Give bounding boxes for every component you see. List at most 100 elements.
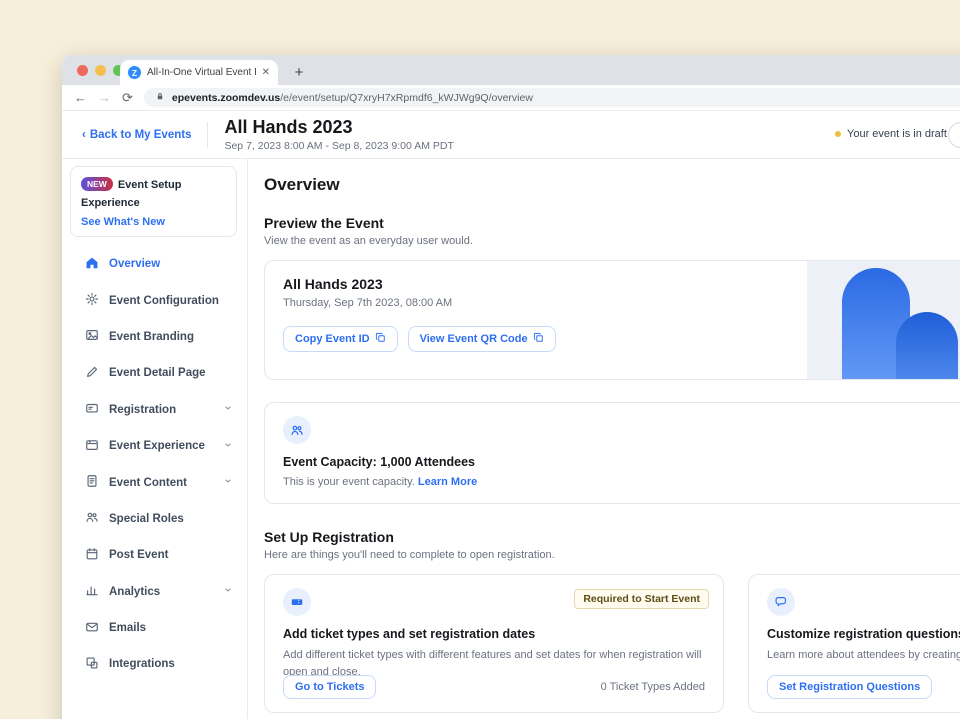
chevron-down-icon xyxy=(223,403,233,416)
main-content: Overview Preview the Event View the even… xyxy=(248,159,960,719)
sidebar-item-event-experience[interactable]: Event Experience xyxy=(62,428,247,464)
event-preview-card: All Hands 2023 Thursday, Sep 7th 2023, 0… xyxy=(264,260,960,380)
copy-icon xyxy=(375,332,386,346)
back-link-label: Back to My Events xyxy=(90,129,192,141)
tab-strip: Z All-In-One Virtual Event Platfo ✕ + xyxy=(62,55,960,85)
back-to-my-events-link[interactable]: ‹ Back to My Events xyxy=(82,129,191,141)
sidebar-item-label: Event Experience xyxy=(109,440,205,452)
envelope-icon xyxy=(85,620,99,637)
header-action-button[interactable] xyxy=(948,122,960,148)
pencil-icon xyxy=(85,365,99,382)
chevron-down-icon xyxy=(223,440,233,453)
attendees-icon xyxy=(283,416,311,444)
event-title-block: All Hands 2023 Sep 7, 2023 8:00 AM - Sep… xyxy=(224,117,453,152)
tickets-card-title: Add ticket types and set registration da… xyxy=(283,627,705,641)
home-icon xyxy=(85,256,99,273)
sidebar-item-integrations[interactable]: Integrations xyxy=(62,646,247,682)
preview-event-title: All Hands 2023 xyxy=(283,276,960,292)
url-domain: epevents.zoomdev.us xyxy=(172,92,280,104)
bar-chart-icon xyxy=(85,583,99,600)
event-header: ‹ Back to My Events All Hands 2023 Sep 7… xyxy=(62,111,960,159)
people-icon xyxy=(85,510,99,527)
event-date-range: Sep 7, 2023 8:00 AM - Sep 8, 2023 9:00 A… xyxy=(224,140,453,152)
sidebar-item-event-content[interactable]: Event Content xyxy=(62,464,247,500)
capacity-subtitle-text: This is your event capacity. xyxy=(283,476,415,488)
browser-tab[interactable]: Z All-In-One Virtual Event Platfo ✕ xyxy=(120,60,278,85)
sidebar-item-emails[interactable]: Emails xyxy=(62,610,247,646)
sidebar-item-event-detail-page[interactable]: Event Detail Page xyxy=(62,355,247,391)
browser-window: Z All-In-One Virtual Event Platfo ✕ + ← … xyxy=(62,55,960,719)
sidebar-item-label: Overview xyxy=(109,258,160,270)
minimize-window-button[interactable] xyxy=(95,65,106,76)
preview-section-subtitle: View the event as an everyday user would… xyxy=(264,235,960,247)
sidebar-item-label: Event Content xyxy=(109,477,187,489)
address-bar[interactable]: epevents.zoomdev.us/e/event/setup/Q7xryH… xyxy=(144,88,960,107)
preview-section-title: Preview the Event xyxy=(264,215,960,231)
ticket-types-count: 0 Ticket Types Added xyxy=(601,681,705,693)
learn-more-link[interactable]: Learn More xyxy=(418,476,477,488)
status-dot-icon xyxy=(835,131,841,137)
chevron-left-icon: ‹ xyxy=(82,129,86,141)
tab-title: All-In-One Virtual Event Platfo xyxy=(147,67,256,78)
sidebar-item-post-event[interactable]: Post Event xyxy=(62,537,247,573)
event-capacity-card: Event Capacity: 1,000 Attendees This is … xyxy=(264,402,960,504)
url-text: epevents.zoomdev.us/e/event/setup/Q7xryH… xyxy=(172,92,533,104)
sidebar-item-overview[interactable]: Overview xyxy=(62,246,247,282)
whats-new-card: NEWEvent Setup Experience See What's New xyxy=(70,166,237,237)
view-qr-label: View Event QR Code xyxy=(420,333,528,345)
copy-event-id-button[interactable]: Copy Event ID xyxy=(283,326,398,352)
see-whats-new-link[interactable]: See What's New xyxy=(81,216,226,228)
registration-section-subtitle: Here are things you'll need to complete … xyxy=(264,549,960,561)
sidebar-item-label: Registration xyxy=(109,404,176,416)
sidebar-item-registration[interactable]: Registration xyxy=(62,392,247,428)
window-icon xyxy=(85,438,99,455)
tab-close-icon[interactable]: ✕ xyxy=(262,67,270,78)
registration-section-title: Set Up Registration xyxy=(264,529,960,545)
sidebar-item-label: Integrations xyxy=(109,658,175,670)
copy-event-id-label: Copy Event ID xyxy=(295,333,370,345)
chat-icon xyxy=(767,588,795,616)
sidebar-item-analytics[interactable]: Analytics xyxy=(62,574,247,610)
header-divider xyxy=(207,122,208,148)
questions-card-description: Learn more about attendees by creating c… xyxy=(767,647,960,664)
zoom-favicon-icon: Z xyxy=(128,66,141,79)
back-icon[interactable]: ← xyxy=(74,91,87,104)
sidebar-item-special-roles[interactable]: Special Roles xyxy=(62,501,247,537)
forward-icon: → xyxy=(98,91,111,104)
page-title: Overview xyxy=(264,175,960,195)
close-window-button[interactable] xyxy=(77,65,88,76)
new-badge: NEW xyxy=(81,177,113,191)
image-icon xyxy=(85,328,99,345)
required-badge: Required to Start Event xyxy=(574,589,709,609)
chevron-down-icon xyxy=(223,585,233,598)
set-registration-questions-button[interactable]: Set Registration Questions xyxy=(767,675,932,699)
browser-toolbar: ← → ⟳ epevents.zoomdev.us/e/event/setup/… xyxy=(62,85,960,111)
new-tab-button[interactable]: + xyxy=(290,63,308,81)
draft-status: Your event is in draft xyxy=(835,128,947,140)
capacity-title: Event Capacity: 1,000 Attendees xyxy=(283,455,960,469)
document-icon xyxy=(85,474,99,491)
gear-icon xyxy=(85,292,99,309)
calendar-icon xyxy=(85,547,99,564)
sidebar: NEWEvent Setup Experience See What's New… xyxy=(62,159,248,719)
status-label: Your event is in draft xyxy=(847,128,947,140)
questions-card-title: Customize registration questions xyxy=(767,627,960,641)
view-event-qr-code-button[interactable]: View Event QR Code xyxy=(408,326,556,352)
sidebar-item-label: Event Configuration xyxy=(109,295,219,307)
window-controls xyxy=(77,65,124,76)
sidebar-item-label: Post Event xyxy=(109,549,168,561)
capacity-subtitle: This is your event capacity. Learn More xyxy=(283,476,960,488)
reload-icon[interactable]: ⟳ xyxy=(122,91,133,104)
sidebar-item-label: Special Roles xyxy=(109,513,184,525)
ticket-icon xyxy=(283,588,311,616)
chevron-down-icon xyxy=(223,476,233,489)
preview-event-date: Thursday, Sep 7th 2023, 08:00 AM xyxy=(283,297,960,309)
sidebar-item-event-configuration[interactable]: Event Configuration xyxy=(62,282,247,318)
event-title: All Hands 2023 xyxy=(224,117,453,138)
sidebar-item-label: Analytics xyxy=(109,586,160,598)
go-to-tickets-button[interactable]: Go to Tickets xyxy=(283,675,376,699)
integrations-icon xyxy=(85,656,99,673)
registration-questions-card: Customize registration questions Learn m… xyxy=(748,574,960,713)
sidebar-item-event-branding[interactable]: Event Branding xyxy=(62,319,247,355)
registration-card-icon xyxy=(85,401,99,418)
